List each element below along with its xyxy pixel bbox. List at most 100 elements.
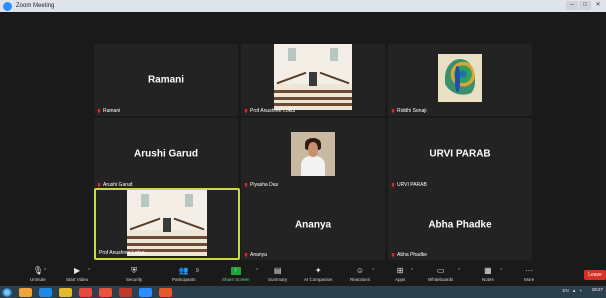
muted-mic-icon	[97, 182, 101, 188]
stairs-video-feed	[127, 190, 207, 256]
participant-display-name: Abha Phadke	[428, 219, 492, 231]
participant-name-label: Prof Anushree Lokur	[99, 250, 145, 256]
participants-count: 9	[196, 268, 199, 274]
muted-mic-icon	[97, 108, 101, 114]
chevron-up-icon[interactable]: ^	[411, 268, 413, 274]
participant-label-text: Piyasha Das	[250, 182, 279, 188]
notes-icon: ▦	[484, 266, 492, 275]
leave-button[interactable]: Leave	[584, 270, 606, 280]
security-button[interactable]: ⛨ Security	[126, 266, 142, 286]
notes-label: Notes	[482, 277, 494, 282]
summary-label: Summary	[268, 277, 288, 282]
reactions-button[interactable]: ☺ Reactions ^	[350, 266, 374, 286]
participant-tile-ananya[interactable]: Ananya Ananya	[241, 190, 385, 260]
more-label: More	[524, 277, 535, 282]
participant-label-text: URVI PARAB	[397, 182, 427, 188]
more-button[interactable]: ··· More	[524, 266, 534, 286]
participants-label: Participants	[172, 277, 196, 282]
volume-icon[interactable]: ◖	[579, 288, 582, 293]
chevron-up-icon[interactable]: ^	[256, 268, 258, 274]
muted-mic-icon	[391, 182, 395, 188]
security-label: Security	[126, 277, 143, 282]
more-dots-icon: ···	[525, 266, 534, 275]
participant-name-label: Piyasha Das	[244, 182, 278, 188]
taskbar-app-icon[interactable]	[19, 287, 32, 297]
participant-tile-arushi-garud[interactable]: Arushi Garud Arushi Garud	[94, 118, 238, 190]
participant-display-name: Ramani	[147, 74, 185, 86]
participant-tile-ramani[interactable]: Ramani Ramani	[94, 44, 238, 116]
participants-icon: 👥	[178, 266, 189, 275]
unmute-button[interactable]: 🎙 Unmute ^	[30, 266, 46, 286]
video-gallery: Ramani Ramani Prof Anushree Lokur Riddhi…	[0, 12, 606, 266]
share-screen-icon: ↑	[230, 267, 241, 275]
system-tray[interactable]: EN ▲ ◖	[563, 288, 582, 293]
participant-name-label: Ananya	[244, 252, 267, 258]
taskbar-app-icon[interactable]	[119, 287, 132, 297]
participant-tile-anushree-lokur[interactable]: Prof Anushree Lokur	[241, 44, 385, 116]
chevron-up-icon[interactable]: ^	[372, 268, 374, 274]
minimize-button[interactable]: –	[566, 1, 578, 10]
apps-button[interactable]: ⊞ Apps ^	[395, 266, 413, 286]
participant-tile-riddhi-sonaji[interactable]: Riddhi Sonaji	[388, 44, 532, 116]
participant-name-label: Ramani	[97, 108, 120, 114]
participant-label-text: Prof Anushree Lokur	[99, 250, 145, 256]
taskbar-clock[interactable]: 18:27	[592, 287, 603, 292]
chevron-up-icon[interactable]: ^	[44, 268, 46, 274]
network-icon[interactable]: ▲	[572, 288, 576, 293]
participant-label-text: Prof Anushree Lokur	[250, 108, 296, 114]
participant-label-text: Abha Phadke	[397, 252, 428, 258]
smiley-icon: ☺	[355, 266, 365, 275]
whiteboards-button[interactable]: ▭ Whiteboards ^	[428, 266, 460, 286]
chevron-up-icon[interactable]: ^	[88, 268, 90, 274]
taskbar-app-icon[interactable]	[59, 287, 72, 297]
taskbar-app-icon[interactable]	[159, 287, 172, 297]
muted-mic-icon	[391, 108, 395, 114]
windows-start-icon[interactable]	[2, 287, 12, 297]
zoom-taskbar-icon[interactable]	[139, 287, 152, 297]
whiteboards-label: Whiteboards	[428, 277, 454, 282]
unmute-label: Unmute	[30, 277, 46, 282]
taskbar-app-icon[interactable]	[99, 287, 112, 297]
notes-button[interactable]: ▦ Notes ^	[482, 266, 502, 286]
window-controls: – □ ✕	[566, 1, 604, 10]
windows-taskbar: EN ▲ ◖ 18:27	[0, 286, 606, 298]
meeting-toolbar: 🎙 Unmute ^ ▶ Start Video ^ ⛨ Security 👥 …	[0, 266, 606, 286]
start-video-button[interactable]: ▶ Start Video ^	[66, 266, 90, 286]
share-screen-button[interactable]: ↑ Share Screen ^	[222, 266, 258, 286]
participant-display-name: Arushi Garud	[134, 148, 198, 160]
microphone-muted-icon: 🎙	[32, 266, 44, 275]
ai-companion-button[interactable]: ✦ AI Companion	[304, 266, 333, 286]
participant-display-name: URVI PARAB	[429, 148, 491, 160]
maximize-button[interactable]: □	[579, 1, 591, 10]
muted-mic-icon	[391, 252, 395, 258]
participant-tile-abha-phadke[interactable]: Abha Phadke Abha Phadke	[388, 190, 532, 260]
taskbar-app-icon[interactable]	[39, 287, 52, 297]
apps-icon: ⊞	[396, 266, 404, 275]
muted-mic-icon	[244, 182, 248, 188]
participant-name-label: Riddhi Sonaji	[391, 108, 426, 114]
shield-icon: ⛨	[131, 266, 138, 275]
participant-name-label: URVI PARAB	[391, 182, 427, 188]
peacock-avatar-image	[438, 54, 482, 102]
chevron-up-icon[interactable]: ^	[458, 268, 460, 274]
participant-label-text: Riddhi Sonaji	[397, 108, 427, 114]
muted-mic-icon	[244, 252, 248, 258]
video-off-icon: ▶	[74, 266, 81, 275]
participant-name-label: Abha Phadke	[391, 252, 427, 258]
participants-button[interactable]: 👥 Participants 9	[172, 266, 199, 286]
participant-label-text: Ramani	[103, 108, 121, 114]
start-video-label: Start Video	[66, 277, 89, 282]
participant-tile-anushree-lokur-speaking[interactable]: Prof Anushree Lokur	[94, 188, 240, 260]
muted-mic-icon	[244, 108, 248, 114]
language-indicator[interactable]: EN	[563, 288, 569, 293]
close-button[interactable]: ✕	[592, 1, 604, 10]
participant-tile-piyasha-das[interactable]: Piyasha Das	[241, 118, 385, 190]
participant-tile-urvi-parab[interactable]: URVI PARAB URVI PARAB	[388, 118, 532, 190]
participant-display-name: Ananya	[294, 219, 332, 231]
summary-button[interactable]: ▤ Summary	[268, 266, 287, 286]
taskbar-app-icon[interactable]	[79, 287, 92, 297]
reactions-label: Reactions	[350, 277, 371, 282]
share-screen-label: Share Screen	[222, 277, 250, 282]
window-titlebar: Zoom Meeting – □ ✕	[0, 0, 606, 12]
chevron-up-icon[interactable]: ^	[500, 268, 502, 274]
